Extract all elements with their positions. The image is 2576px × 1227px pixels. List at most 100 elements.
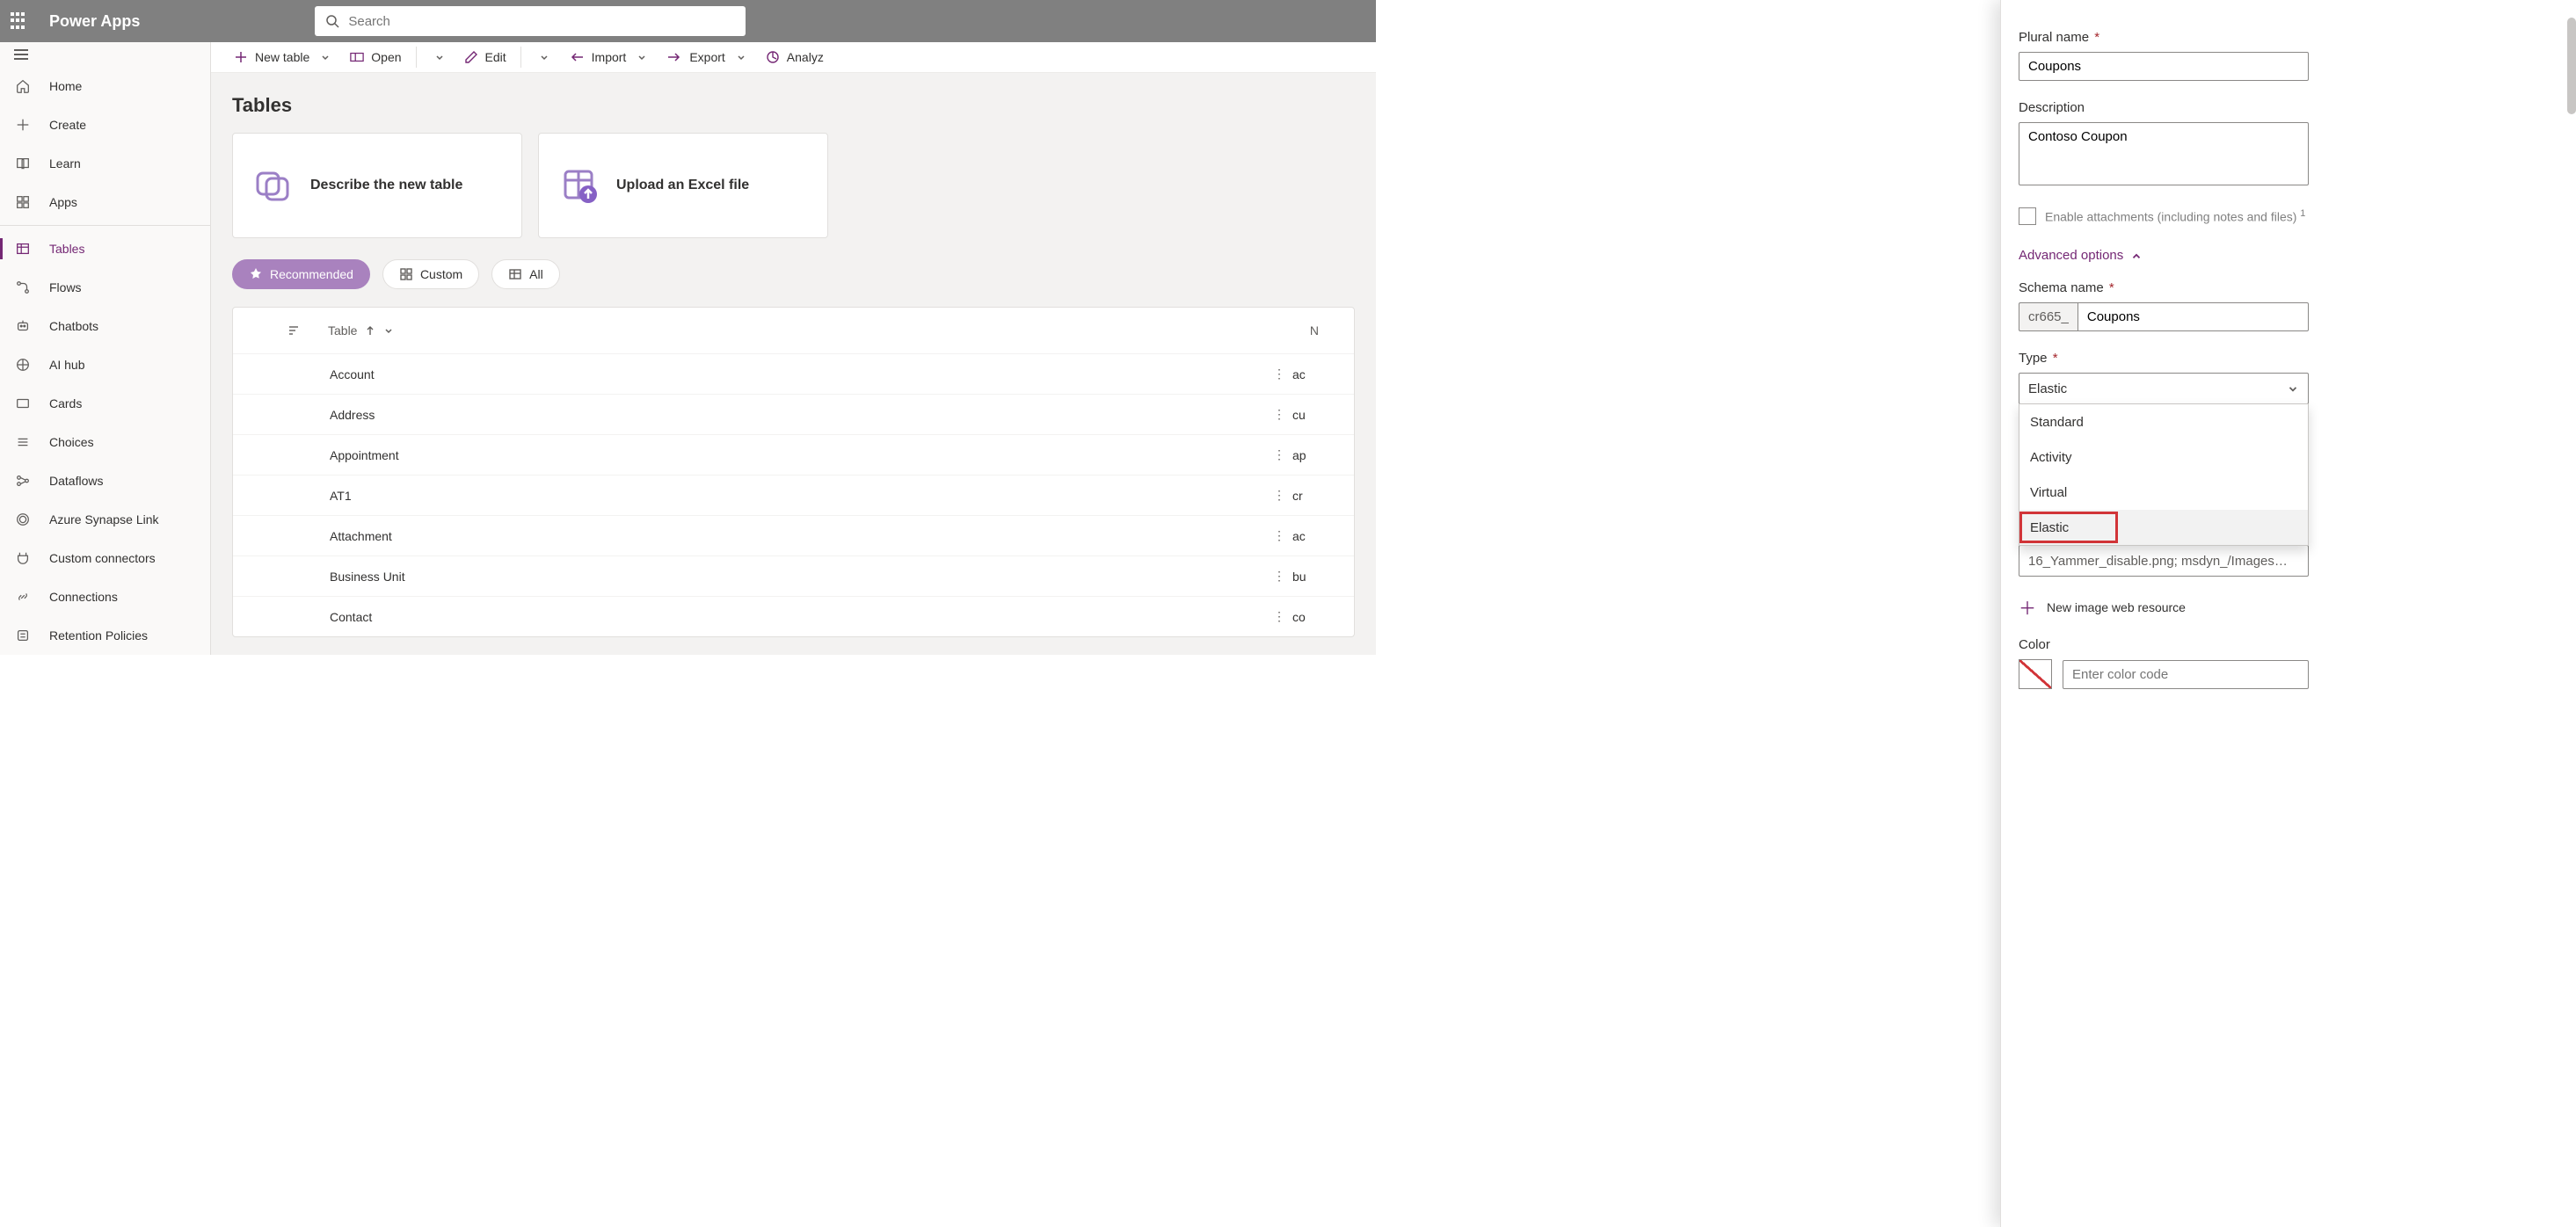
page-title: Tables (232, 94, 1355, 117)
chevron-down-icon (434, 52, 445, 62)
sidebar-item-label: Retention Policies (49, 628, 148, 643)
table-icon (508, 267, 522, 281)
sidebar-item-apps[interactable]: Apps (0, 183, 210, 221)
table-name: Business Unit (330, 570, 681, 584)
new-table-button[interactable]: New table (227, 42, 338, 72)
connections-icon (14, 588, 32, 606)
apps-icon (14, 193, 32, 211)
sidebar-item-label: Azure Synapse Link (49, 512, 159, 526)
type-select[interactable]: Elastic (2019, 373, 2309, 404)
synapse-icon (14, 511, 32, 528)
type-option-elastic[interactable]: Elastic (2019, 510, 2308, 545)
flows-icon (14, 279, 32, 296)
checkbox-icon (2019, 207, 2036, 225)
sidebar-item-label: Choices (49, 435, 94, 449)
more-icon[interactable]: ⋮ (1266, 528, 1292, 543)
row-col2: co (1292, 610, 1319, 624)
menu-toggle-icon[interactable] (14, 49, 28, 60)
schema-name-label: Schema name * (2019, 280, 2309, 295)
plural-name-field[interactable] (2019, 52, 2309, 81)
row-col2: ap (1292, 448, 1319, 462)
describe-icon (254, 166, 293, 205)
more-icon[interactable]: ⋮ (1266, 488, 1292, 503)
properties-panel: Plural name * Description Contoso Coupon… (2000, 0, 2576, 1227)
sidebar-item-create[interactable]: Create (0, 105, 210, 144)
sidebar-item-connections[interactable]: Connections (0, 577, 210, 616)
top-bar: Power Apps (0, 0, 1376, 42)
table-row[interactable]: Address ⋮ cu (233, 394, 1354, 434)
app-launcher-icon[interactable] (11, 12, 28, 30)
sidebar-item-tables[interactable]: Tables (0, 229, 210, 268)
advanced-options-toggle[interactable]: Advanced options (2019, 248, 2143, 263)
type-option-activity[interactable]: Activity (2019, 439, 2308, 475)
table-row[interactable]: Attachment ⋮ ac (233, 515, 1354, 555)
sidebar-item-connectors[interactable]: Custom connectors (0, 539, 210, 577)
card-describe-table[interactable]: Describe the new table (232, 133, 522, 238)
brand-title: Power Apps (49, 12, 140, 31)
export-button[interactable]: Export (659, 42, 753, 72)
search-icon (325, 14, 339, 28)
card-upload-excel[interactable]: Upload an Excel file (538, 133, 828, 238)
filter-recommended[interactable]: Recommended (232, 259, 370, 289)
type-option-virtual[interactable]: Virtual (2019, 475, 2308, 510)
column-header-n[interactable]: N (1310, 323, 1319, 338)
search-box[interactable] (315, 6, 746, 36)
sidebar-item-home[interactable]: Home (0, 67, 210, 105)
column-header-table[interactable]: Table (328, 323, 357, 338)
filter-custom[interactable]: Custom (382, 259, 479, 289)
filter-all[interactable]: All (491, 259, 560, 289)
sidebar-item-label: AI hub (49, 358, 84, 372)
sidebar-item-label: Chatbots (49, 319, 98, 333)
table-name: Address (330, 408, 681, 422)
edit-button[interactable]: Edit (457, 42, 513, 72)
connectors-icon (14, 549, 32, 567)
search-input[interactable] (348, 14, 735, 29)
table-row[interactable]: Contact ⋮ co (233, 596, 1354, 636)
type-option-standard[interactable]: Standard (2019, 404, 2308, 439)
more-icon[interactable]: ⋮ (1266, 367, 1292, 381)
analyze-button[interactable]: Analyz (759, 42, 831, 72)
grid-icon (399, 267, 413, 281)
row-col2: bu (1292, 570, 1319, 584)
sidebar-item-label: Dataflows (49, 474, 103, 488)
plural-name-label: Plural name * (2019, 30, 2309, 45)
more-icon[interactable]: ⋮ (1266, 407, 1292, 422)
table-name: Account (330, 367, 681, 381)
chevron-down-icon (2287, 382, 2299, 395)
sidebar-item-flows[interactable]: Flows (0, 268, 210, 307)
chevron-down-icon[interactable] (383, 325, 394, 336)
table-row[interactable]: Appointment ⋮ ap (233, 434, 1354, 475)
table-row[interactable]: AT1 ⋮ cr (233, 475, 1354, 515)
more-icon[interactable]: ⋮ (1266, 569, 1292, 584)
sidebar-item-choices[interactable]: Choices (0, 423, 210, 461)
sidebar-item-dataflows[interactable]: Dataflows (0, 461, 210, 500)
schema-name-field[interactable] (2078, 302, 2309, 331)
new-image-resource-link[interactable]: ＋ New image web resource (2019, 594, 2186, 620)
sidebar-item-label: Connections (49, 590, 118, 604)
table-row[interactable]: Business Unit ⋮ bu (233, 555, 1354, 596)
book-icon (14, 155, 32, 172)
column-sort-icon[interactable] (286, 323, 302, 338)
open-button[interactable]: Open (343, 42, 408, 72)
sidebar-item-chatbots[interactable]: Chatbots (0, 307, 210, 345)
tables-icon (14, 240, 32, 258)
import-button[interactable]: Import (562, 42, 655, 72)
image-resource-field[interactable]: 16_Yammer_disable.png; msdyn_/Images… (2019, 545, 2309, 577)
table-row[interactable]: Account ⋮ ac (233, 353, 1354, 394)
tables-grid: Table N Account ⋮ ac Address ⋮ (232, 307, 1355, 637)
more-icon[interactable]: ⋮ (1266, 609, 1292, 624)
color-code-field[interactable] (2063, 660, 2309, 689)
enable-attachments-checkbox[interactable]: Enable attachments (including notes and … (2019, 207, 2309, 225)
more-icon[interactable]: ⋮ (1266, 447, 1292, 462)
sidebar-item-cards[interactable]: Cards (0, 384, 210, 423)
open-dropdown-button[interactable] (424, 42, 452, 72)
color-swatch[interactable] (2019, 659, 2052, 689)
description-field[interactable]: Contoso Coupon (2019, 122, 2309, 185)
sidebar-item-retention[interactable]: Retention Policies (0, 616, 210, 655)
sidebar-item-ai-hub[interactable]: AI hub (0, 345, 210, 384)
sidebar-item-synapse[interactable]: Azure Synapse Link (0, 500, 210, 539)
type-label: Type * (2019, 351, 2309, 366)
edit-dropdown-button[interactable] (528, 42, 557, 72)
chatbots-icon (14, 317, 32, 335)
sidebar-item-learn[interactable]: Learn (0, 144, 210, 183)
